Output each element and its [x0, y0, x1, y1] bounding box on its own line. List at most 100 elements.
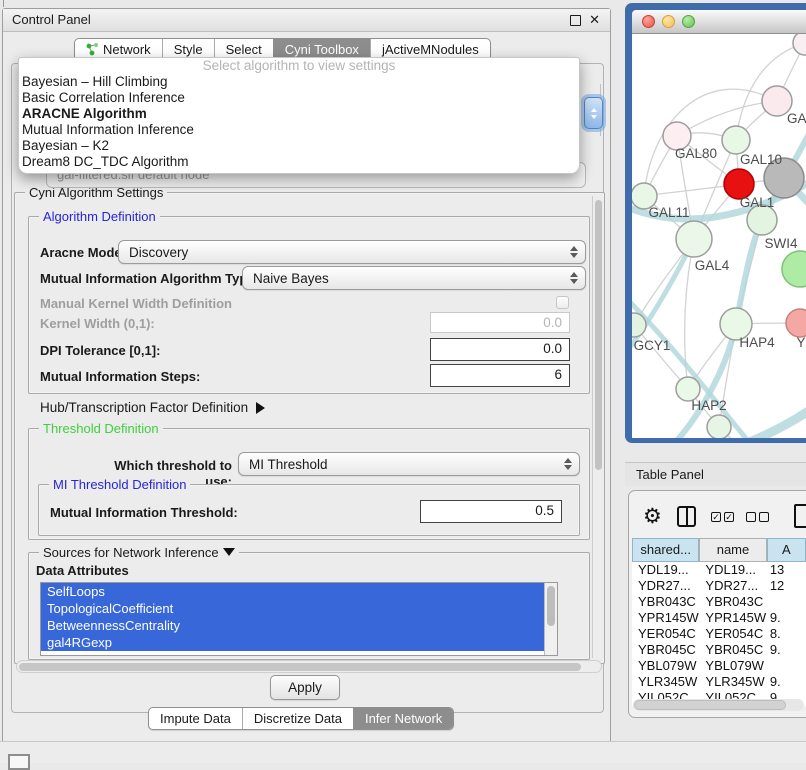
table-cell: YDR27... — [632, 578, 699, 594]
algorithm-option[interactable]: Basic Correlation Inference — [19, 90, 579, 106]
table-cell: YBL079W — [632, 658, 699, 674]
table-cell: YPR145W — [632, 610, 699, 626]
float-window-icon[interactable] — [570, 15, 581, 26]
table-cell: 12 — [767, 578, 806, 594]
data-attributes-label: Data Attributes — [36, 563, 129, 579]
combo-arrows-icon — [565, 246, 585, 258]
table-cell: YBR045C — [632, 642, 699, 658]
minimize-window-icon[interactable] — [662, 15, 675, 28]
node-label: GAL10 — [740, 152, 782, 167]
table-cell: YER054C — [699, 626, 766, 642]
table-cell: YDR27... — [699, 578, 766, 594]
table-cell — [767, 658, 806, 674]
node-label: GAL4 — [695, 258, 730, 273]
table-cell: YBR043C — [699, 594, 766, 610]
algorithm-option[interactable]: Mutual Information Inference — [19, 122, 579, 138]
table-row[interactable]: YBL079WYBL079W — [632, 658, 806, 674]
gear-icon[interactable]: ⚙ — [643, 504, 662, 529]
table-row[interactable]: YLR345WYLR345W9. — [632, 674, 806, 690]
column-header[interactable]: shared... — [632, 538, 699, 562]
network-node[interactable] — [782, 251, 806, 287]
mi-type-combo[interactable]: Naive Bayes — [242, 266, 586, 290]
table-cell: YLR345W — [699, 674, 766, 690]
network-icon — [86, 43, 99, 56]
table-panel-title: Table Panel — [636, 467, 704, 482]
table-row[interactable]: YBR045CYBR045C9. — [632, 642, 806, 658]
network-node[interactable] — [793, 34, 806, 55]
data-attributes-list: SelfLoopsTopologicalCoefficientBetweenne… — [41, 583, 557, 651]
network-window-titlebar[interactable] — [632, 10, 806, 34]
table-row[interactable]: YDR27...YDR27...12 — [632, 578, 806, 594]
table-row[interactable]: YER054CYER054C8. — [632, 626, 806, 642]
settings-horizontal-scrollbar[interactable] — [16, 660, 602, 673]
table-cell: YBL079W — [699, 658, 766, 674]
table-cell: YLR345W — [632, 674, 699, 690]
hub-definition-expander[interactable]: Hub/Transcription Factor Definition — [40, 400, 265, 416]
table-panel-titlebar: Table Panel — [625, 462, 806, 486]
node-label: GAL80 — [675, 146, 717, 161]
kernel-width-field[interactable]: 0.0 — [430, 312, 570, 333]
combo-arrows-icon — [565, 272, 585, 284]
select-all-columns-icon[interactable]: ✓✓ — [711, 512, 734, 522]
column-header[interactable]: A — [767, 538, 806, 562]
apply-button[interactable]: Apply — [270, 675, 340, 700]
dock-panel-icon[interactable] — [8, 754, 30, 770]
combo-stepper-focused[interactable] — [584, 97, 603, 129]
threshold-definition-legend: Threshold Definition — [39, 421, 163, 436]
dpi-tolerance-field[interactable]: 0.0 — [430, 338, 570, 361]
data-attribute-item[interactable]: SelfLoops — [41, 583, 545, 600]
network-node[interactable] — [676, 221, 712, 257]
manual-kernel-label: Manual Kernel Width Definition — [40, 296, 232, 312]
mi-steps-field[interactable]: 6 — [430, 364, 570, 387]
table-cell: 9. — [767, 642, 806, 658]
tab-infer-network[interactable]: Infer Network — [353, 708, 453, 729]
table-row[interactable]: YDL19...YDL19...13 — [632, 562, 806, 578]
control-panel-titlebar: Control Panel ✕ — [3, 9, 610, 32]
zoom-window-icon[interactable] — [682, 15, 695, 28]
table-row[interactable]: YPR145WYPR145W9. — [632, 610, 806, 626]
table-row[interactable]: YBR043CYBR043C — [632, 594, 806, 610]
table-cell: YDL19... — [699, 562, 766, 578]
split-table-icon[interactable] — [677, 506, 696, 527]
close-window-icon[interactable] — [642, 15, 655, 28]
algorithm-definition-legend: Algorithm Definition — [39, 209, 160, 224]
aracne-mode-combo[interactable]: Discovery — [118, 240, 586, 264]
mi-threshold-label: Mutual Information Threshold: — [50, 505, 238, 521]
node-label: GAL — [787, 111, 806, 126]
combo-arrows-icon — [559, 458, 579, 470]
manual-kernel-checkbox[interactable] — [556, 296, 569, 309]
algorithm-popup-list: Bayesian – Hill ClimbingBasic Correlatio… — [19, 74, 579, 170]
data-attribute-item[interactable]: BetweennessCentrality — [41, 617, 545, 634]
network-canvas[interactable]: GALGAL80GAL10GAL1GAL11SWI4GAL4GCY1HAP4YH… — [632, 34, 806, 438]
node-label: SWI4 — [764, 236, 797, 251]
data-attribute-item[interactable]: TopologicalCoefficient — [41, 600, 545, 617]
collapse-down-icon — [223, 548, 235, 556]
algorithm-option[interactable]: ARACNE Algorithm — [19, 106, 579, 122]
table-horizontal-scrollbar[interactable] — [633, 699, 804, 711]
settings-vertical-scrollbar[interactable] — [592, 196, 604, 658]
close-panel-icon[interactable]: ✕ — [589, 9, 600, 31]
list-scrollbar[interactable] — [544, 583, 557, 655]
deselect-all-columns-icon[interactable] — [746, 512, 769, 522]
network-node[interactable] — [707, 415, 731, 438]
table-cell: 8. — [767, 626, 806, 642]
table-body: YDL19...YDL19...13YDR27...YDR27...12YBR0… — [632, 562, 806, 706]
which-threshold-combo[interactable]: MI Threshold — [238, 452, 580, 476]
tab-impute-data[interactable]: Impute Data — [149, 708, 242, 729]
network-node[interactable] — [786, 309, 806, 337]
node-label: GAL11 — [648, 205, 689, 220]
screen-edge-artifact — [3, 0, 4, 7]
tab-discretize-data[interactable]: Discretize Data — [242, 708, 353, 729]
table-cell — [767, 594, 806, 610]
algorithm-option[interactable]: Dream8 DC_TDC Algorithm — [19, 154, 579, 170]
network-node[interactable] — [722, 126, 750, 154]
column-header[interactable]: name — [699, 538, 766, 562]
algorithm-option[interactable]: Bayesian – Hill Climbing — [19, 74, 579, 90]
file-icon[interactable] — [794, 504, 806, 528]
table-cell: 9. — [767, 674, 806, 690]
sources-legend[interactable]: Sources for Network Inference — [39, 545, 239, 560]
kernel-width-label: Kernel Width (0,1): — [40, 316, 155, 332]
data-attribute-item[interactable]: gal4RGexp — [41, 634, 545, 651]
mi-threshold-field[interactable]: 0.5 — [420, 500, 562, 523]
algorithm-option[interactable]: Bayesian – K2 — [19, 138, 579, 154]
